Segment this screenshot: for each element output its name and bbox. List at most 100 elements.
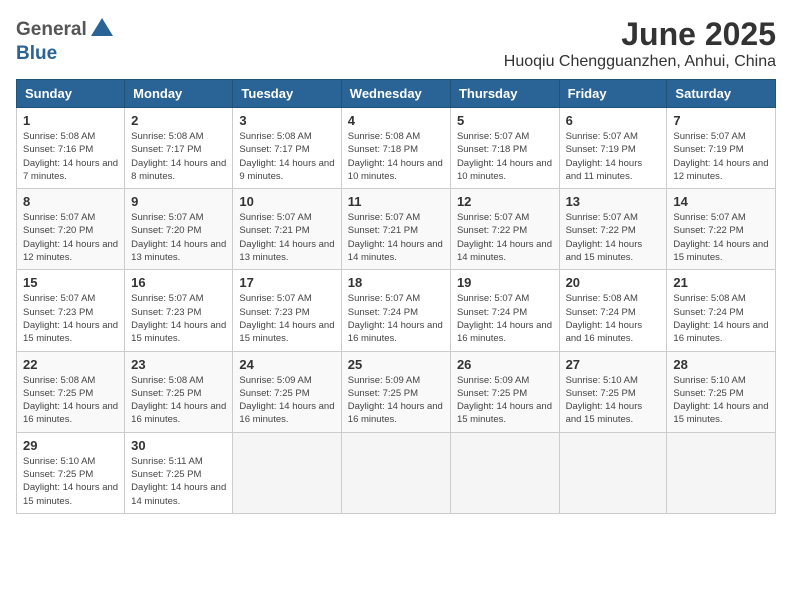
day-number: 17	[239, 275, 334, 290]
day-info: Sunrise: 5:08 AMSunset: 7:18 PMDaylight:…	[348, 130, 444, 183]
day-number: 6	[566, 113, 661, 128]
day-info: Sunrise: 5:07 AMSunset: 7:19 PMDaylight:…	[566, 130, 661, 183]
calendar-cell: 23 Sunrise: 5:08 AMSunset: 7:25 PMDayligh…	[125, 351, 233, 432]
weekday-header-monday: Monday	[125, 80, 233, 108]
day-number: 12	[457, 194, 553, 209]
day-number: 10	[239, 194, 334, 209]
weekday-header-row: SundayMondayTuesdayWednesdayThursdayFrid…	[17, 80, 776, 108]
calendar-cell: 29Sunrise: 5:10 AMSunset: 7:25 PMDayligh…	[17, 432, 125, 513]
calendar-cell: 7 Sunrise: 5:07 AMSunset: 7:19 PMDaylight…	[667, 108, 776, 189]
calendar-table: SundayMondayTuesdayWednesdayThursdayFrid…	[16, 79, 776, 514]
day-number: 20	[566, 275, 661, 290]
calendar-cell: 4 Sunrise: 5:08 AMSunset: 7:18 PMDaylight…	[341, 108, 450, 189]
day-number: 23	[131, 357, 226, 372]
calendar-cell: 8 Sunrise: 5:07 AMSunset: 7:20 PMDaylight…	[17, 189, 125, 270]
day-info: Sunrise: 5:08 AMSunset: 7:17 PMDaylight:…	[131, 130, 226, 183]
calendar-cell: 10 Sunrise: 5:07 AMSunset: 7:21 PMDayligh…	[233, 189, 341, 270]
day-number: 5	[457, 113, 553, 128]
day-number: 30	[131, 438, 226, 453]
day-number: 21	[673, 275, 769, 290]
week-row-2: 8 Sunrise: 5:07 AMSunset: 7:20 PMDaylight…	[17, 189, 776, 270]
calendar-cell: 19 Sunrise: 5:07 AMSunset: 7:24 PMDayligh…	[450, 270, 559, 351]
weekday-header-tuesday: Tuesday	[233, 80, 341, 108]
day-number: 22	[23, 357, 118, 372]
day-info: Sunrise: 5:07 AMSunset: 7:22 PMDaylight:…	[673, 211, 769, 264]
logo-icon	[91, 16, 113, 38]
week-row-4: 22 Sunrise: 5:08 AMSunset: 7:25 PMDayligh…	[17, 351, 776, 432]
day-number: 19	[457, 275, 553, 290]
calendar-cell	[233, 432, 341, 513]
calendar-cell: 17 Sunrise: 5:07 AMSunset: 7:23 PMDayligh…	[233, 270, 341, 351]
calendar-cell: 26 Sunrise: 5:09 AMSunset: 7:25 PMDayligh…	[450, 351, 559, 432]
title-area: June 2025 Huoqiu Chengguanzhen, Anhui, C…	[504, 16, 776, 71]
calendar-cell	[559, 432, 667, 513]
day-info: Sunrise: 5:07 AMSunset: 7:23 PMDaylight:…	[131, 292, 226, 345]
calendar-cell: 21 Sunrise: 5:08 AMSunset: 7:24 PMDayligh…	[667, 270, 776, 351]
day-info: Sunrise: 5:09 AMSunset: 7:25 PMDaylight:…	[239, 374, 334, 427]
calendar-cell: 15 Sunrise: 5:07 AMSunset: 7:23 PMDayligh…	[17, 270, 125, 351]
day-info: Sunrise: 5:08 AMSunset: 7:16 PMDaylight:…	[23, 130, 118, 183]
day-number: 24	[239, 357, 334, 372]
day-number: 13	[566, 194, 661, 209]
calendar-cell: 12 Sunrise: 5:07 AMSunset: 7:22 PMDayligh…	[450, 189, 559, 270]
calendar-cell: 24 Sunrise: 5:09 AMSunset: 7:25 PMDayligh…	[233, 351, 341, 432]
day-info: Sunrise: 5:07 AMSunset: 7:22 PMDaylight:…	[457, 211, 553, 264]
calendar-cell	[667, 432, 776, 513]
calendar-cell: 30 Sunrise: 5:11 AMSunset: 7:25 PMDayligh…	[125, 432, 233, 513]
logo-blue-text: Blue	[16, 43, 57, 64]
calendar-cell: 22 Sunrise: 5:08 AMSunset: 7:25 PMDayligh…	[17, 351, 125, 432]
day-info: Sunrise: 5:09 AMSunset: 7:25 PMDaylight:…	[457, 374, 553, 427]
day-number: 1	[23, 113, 118, 128]
day-info: Sunrise: 5:07 AMSunset: 7:23 PMDaylight:…	[23, 292, 118, 345]
calendar-cell: 1 Sunrise: 5:08 AMSunset: 7:16 PMDaylight…	[17, 108, 125, 189]
location-title: Huoqiu Chengguanzhen, Anhui, China	[504, 53, 776, 71]
day-info: Sunrise: 5:07 AMSunset: 7:20 PMDaylight:…	[131, 211, 226, 264]
weekday-header-friday: Friday	[559, 80, 667, 108]
calendar-cell: 6 Sunrise: 5:07 AMSunset: 7:19 PMDaylight…	[559, 108, 667, 189]
calendar-cell: 11 Sunrise: 5:07 AMSunset: 7:21 PMDayligh…	[341, 189, 450, 270]
day-number: 7	[673, 113, 769, 128]
day-info: Sunrise: 5:11 AMSunset: 7:25 PMDaylight:…	[131, 455, 226, 508]
day-number: 25	[348, 357, 444, 372]
logo-general-text: General	[16, 19, 87, 41]
day-info: Sunrise: 5:07 AMSunset: 7:21 PMDaylight:…	[348, 211, 444, 264]
day-info: Sunrise: 5:09 AMSunset: 7:25 PMDaylight:…	[348, 374, 444, 427]
day-info: Sunrise: 5:08 AMSunset: 7:24 PMDaylight:…	[673, 292, 769, 345]
day-number: 8	[23, 194, 118, 209]
day-info: Sunrise: 5:07 AMSunset: 7:19 PMDaylight:…	[673, 130, 769, 183]
calendar-cell: 28Sunrise: 5:10 AMSunset: 7:25 PMDayligh…	[667, 351, 776, 432]
day-info: Sunrise: 5:08 AMSunset: 7:25 PMDaylight:…	[131, 374, 226, 427]
day-number: 2	[131, 113, 226, 128]
calendar-cell: 18Sunrise: 5:07 AMSunset: 7:24 PMDayligh…	[341, 270, 450, 351]
calendar-cell	[450, 432, 559, 513]
calendar-cell: 25 Sunrise: 5:09 AMSunset: 7:25 PMDayligh…	[341, 351, 450, 432]
day-info: Sunrise: 5:10 AMSunset: 7:25 PMDaylight:…	[566, 374, 661, 427]
calendar-cell: 3Sunrise: 5:08 AMSunset: 7:17 PMDaylight…	[233, 108, 341, 189]
month-title: June 2025	[504, 16, 776, 53]
day-info: Sunrise: 5:07 AMSunset: 7:24 PMDaylight:…	[457, 292, 553, 345]
day-info: Sunrise: 5:07 AMSunset: 7:20 PMDaylight:…	[23, 211, 118, 264]
day-info: Sunrise: 5:07 AMSunset: 7:23 PMDaylight:…	[239, 292, 334, 345]
day-number: 11	[348, 194, 444, 209]
day-info: Sunrise: 5:07 AMSunset: 7:21 PMDaylight:…	[239, 211, 334, 264]
day-number: 26	[457, 357, 553, 372]
logo: General Blue	[16, 16, 113, 65]
day-number: 15	[23, 275, 118, 290]
weekday-header-saturday: Saturday	[667, 80, 776, 108]
day-number: 18	[348, 275, 444, 290]
calendar-cell: 16 Sunrise: 5:07 AMSunset: 7:23 PMDayligh…	[125, 270, 233, 351]
calendar-cell: 20Sunrise: 5:08 AMSunset: 7:24 PMDayligh…	[559, 270, 667, 351]
calendar-cell: 13 Sunrise: 5:07 AMSunset: 7:22 PMDayligh…	[559, 189, 667, 270]
day-info: Sunrise: 5:10 AMSunset: 7:25 PMDaylight:…	[23, 455, 118, 508]
day-info: Sunrise: 5:10 AMSunset: 7:25 PMDaylight:…	[673, 374, 769, 427]
weekday-header-sunday: Sunday	[17, 80, 125, 108]
day-info: Sunrise: 5:07 AMSunset: 7:22 PMDaylight:…	[566, 211, 661, 264]
day-info: Sunrise: 5:08 AMSunset: 7:17 PMDaylight:…	[239, 130, 334, 183]
day-number: 14	[673, 194, 769, 209]
calendar-cell: 2 Sunrise: 5:08 AMSunset: 7:17 PMDaylight…	[125, 108, 233, 189]
day-number: 4	[348, 113, 444, 128]
day-info: Sunrise: 5:08 AMSunset: 7:25 PMDaylight:…	[23, 374, 118, 427]
weekday-header-wednesday: Wednesday	[341, 80, 450, 108]
day-number: 16	[131, 275, 226, 290]
page-header: General Blue June 2025 Huoqiu Chengguanz…	[16, 16, 776, 71]
